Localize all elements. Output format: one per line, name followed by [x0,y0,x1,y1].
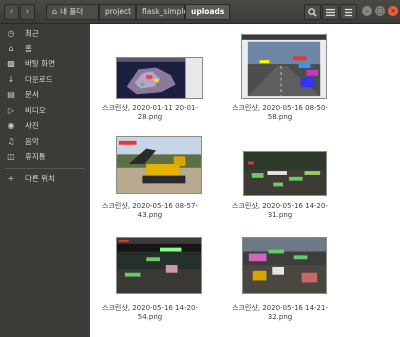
file-name-ext: 54.png [137,313,163,321]
trash-icon: ◫ [7,152,15,161]
search-icon [308,8,317,17]
sidebar-item-label: 문서 [25,90,39,99]
camera-icon: ◉ [7,121,15,130]
sidebar-item-label: 바탕 화면 [25,59,55,68]
menu-icon [344,8,353,17]
sidebar: ◷ 최근 ⌂ 홈 ▩ 바탕 화면 ↓ 다운로드 ▤ 문서 ▷ 비디오 ◉ 사진 … [0,24,90,337]
sidebar-item-home[interactable]: ⌂ 홈 [0,41,90,56]
sidebar-item-label: 다른 위치 [25,174,55,183]
close-button[interactable]: × [388,6,398,16]
sidebar-item-trash[interactable]: ◫ 휴지통 [0,149,90,164]
file-thumbnail [116,57,203,99]
sidebar-item-label: 최근 [25,29,39,38]
breadcrumb-label: uploads [191,7,225,16]
file-thumbnail [242,237,327,294]
file-grid: 스크린샷, 2020-01-11 20-01- 28.png 스크린샷, 202… [90,24,400,337]
file-name-ext: 28.png [137,113,163,121]
music-icon: ♫ [7,137,15,146]
breadcrumb-flask-simple[interactable]: flask_simple [136,4,189,20]
file-name: 스크린샷, 2020-05-16 14-20- [232,202,328,210]
breadcrumb-home[interactable]: ⌂ 내 폴더 [46,4,99,20]
file-name: 스크린샷, 2020-05-16 08-50- [232,104,328,112]
file-thumbnail [116,237,202,294]
maximize-icon: □ [376,7,384,15]
search-button[interactable] [304,4,321,20]
clock-icon: ◷ [7,29,15,38]
file-name: 스크린샷, 2020-05-16 14-21- [232,304,328,312]
forward-button[interactable]: › [20,4,35,20]
file-name-ext: 58.png [267,113,293,121]
file-item[interactable]: 스크린샷, 2020-01-11 20-01- 28.png [90,24,210,134]
file-item[interactable]: 스크린샷, 2020-05-16 14-21- 32.png [220,234,340,337]
sidebar-item-downloads[interactable]: ↓ 다운로드 [0,72,90,87]
sidebar-item-label: 비디오 [25,106,46,115]
sidebar-item-other-locations[interactable]: + 다른 위치 [0,171,90,186]
sidebar-item-videos[interactable]: ▷ 비디오 [0,103,90,118]
file-item[interactable]: 스크린샷, 2020-05-16 08-50- 58.png [220,24,340,134]
file-name-ext: 31.png [267,211,293,219]
minimize-icon: – [365,7,369,15]
video-icon: ▷ [7,106,15,115]
header-bar: ‹ › ⌂ 내 폴더 project flask_simple uploads –… [0,0,400,24]
file-name: 스크린샷, 2020-05-16 14-20- [102,304,198,312]
file-name: 스크린샷, 2020-05-16 08-57- [102,202,198,210]
sidebar-item-recent[interactable]: ◷ 최근 [0,26,90,41]
breadcrumb-label: 내 폴더 [60,7,84,16]
list-view-button[interactable] [322,4,339,20]
minimize-button[interactable]: – [362,6,372,16]
file-thumbnail [116,136,202,194]
plus-icon: + [7,174,15,183]
sidebar-item-pictures[interactable]: ◉ 사진 [0,118,90,133]
file-name-ext: 32.png [267,313,293,321]
file-item[interactable]: 스크린샷, 2020-05-16 08-57- 43.png [90,134,210,234]
breadcrumb-project[interactable]: project [99,4,136,20]
file-thumbnail [241,34,327,99]
close-icon: × [390,7,396,15]
sidebar-item-documents[interactable]: ▤ 문서 [0,87,90,102]
file-item[interactable]: 스크린샷, 2020-05-16 14-20- 31.png [220,134,340,234]
maximize-button[interactable]: □ [375,6,385,16]
menu-button[interactable] [340,4,357,20]
chevron-right-icon: › [25,7,30,17]
home-icon: ⌂ [52,7,58,16]
sidebar-item-label: 음악 [25,137,39,146]
file-item[interactable]: 스크린샷, 2020-05-16 14-20- 54.png [90,234,210,337]
breadcrumb-label: project [105,7,132,16]
sidebar-item-label: 휴지통 [25,152,46,161]
sidebar-item-label: 다운로드 [25,75,53,84]
sidebar-item-label: 사진 [25,121,39,130]
breadcrumb-label: flask_simple [142,7,189,16]
sidebar-item-desktop[interactable]: ▩ 바탕 화면 [0,56,90,71]
breadcrumb-uploads[interactable]: uploads [185,4,230,20]
list-view-icon [326,8,335,17]
chevron-left-icon: ‹ [9,7,14,17]
sidebar-item-music[interactable]: ♫ 음악 [0,134,90,149]
download-icon: ↓ [7,75,15,84]
home-icon: ⌂ [8,44,14,53]
sidebar-divider [5,168,85,169]
document-icon: ▤ [7,90,15,99]
sidebar-item-label: 홈 [25,44,32,53]
desktop-icon: ▩ [7,59,15,68]
file-thumbnail [243,151,327,196]
back-button[interactable]: ‹ [4,4,19,20]
file-name-ext: 43.png [137,211,163,219]
file-name: 스크린샷, 2020-01-11 20-01- [102,104,198,112]
